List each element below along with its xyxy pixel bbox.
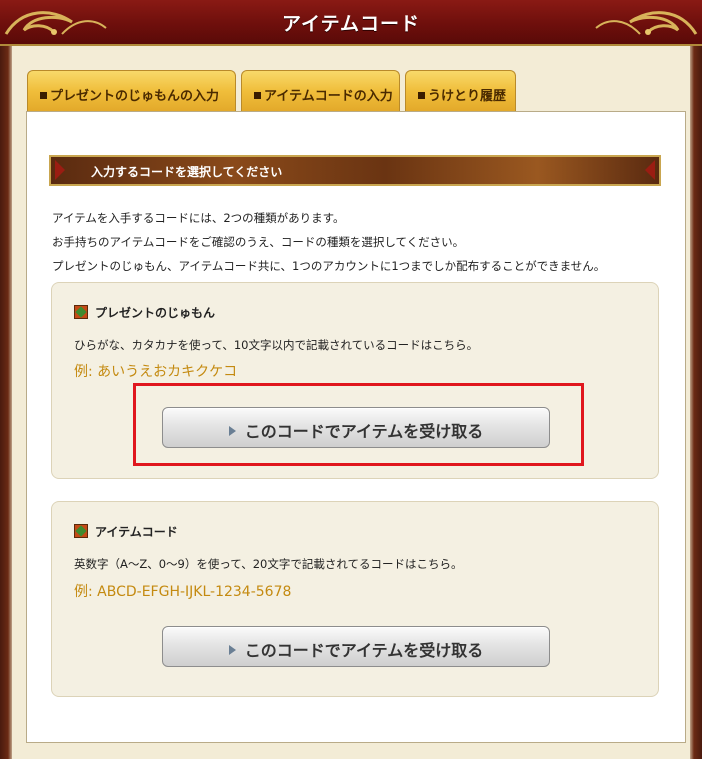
tab-history[interactable]: うけとり履歴 bbox=[405, 70, 516, 111]
tab-label: うけとり履歴 bbox=[428, 89, 507, 104]
item-code-box: アイテムコード 英数字（A〜Z、0〜9）を使って、20文字で記載されてるコードは… bbox=[51, 501, 659, 697]
play-triangle-icon bbox=[228, 645, 236, 655]
box-description: 英数字（A〜Z、0〜9）を使って、20文字で記載されてるコードはこちら。 bbox=[74, 557, 463, 571]
tab-square-icon bbox=[40, 92, 47, 99]
intro-line: アイテムを入手するコードには、2つの種類があります。 bbox=[52, 211, 345, 225]
arrow-right-icon bbox=[645, 160, 655, 180]
box-heading-label: プレゼントのじゅもん bbox=[95, 306, 216, 320]
tab-label: アイテムコードの入力 bbox=[264, 89, 393, 104]
box-description: ひらがな、カタカナを使って、10文字以内で記載されているコードはこちら。 bbox=[74, 338, 479, 352]
intro-line: プレゼントのじゅもん、アイテムコード共に、1つのアカウントに1つまでしか配布する… bbox=[52, 259, 606, 273]
section-header: 入力するコードを選択してください bbox=[49, 155, 661, 186]
box-heading-label: アイテムコード bbox=[95, 525, 178, 539]
tab-item-code[interactable]: アイテムコードの入力 bbox=[241, 70, 400, 111]
button-label: このコードでアイテムを受け取る bbox=[244, 641, 484, 660]
arrow-left-icon bbox=[55, 160, 65, 180]
intro-line: お手持ちのアイテムコードをご確認のうえ、コードの種類を選択してください。 bbox=[52, 235, 465, 249]
tab-label: プレゼントのじゅもんの入力 bbox=[50, 89, 220, 104]
gem-icon bbox=[74, 524, 88, 538]
gem-icon bbox=[74, 305, 88, 319]
receive-item-button-code[interactable]: このコードでアイテムを受け取る bbox=[162, 626, 550, 667]
title-bar: アイテムコード bbox=[0, 0, 702, 46]
tab-square-icon bbox=[254, 92, 261, 99]
highlight-box bbox=[133, 383, 584, 466]
section-title: 入力するコードを選択してください bbox=[91, 165, 283, 179]
tab-present-jumon[interactable]: プレゼントのじゅもんの入力 bbox=[27, 70, 236, 111]
box-heading: アイテムコード bbox=[74, 523, 178, 540]
box-example: 例: あいうえおカキクケコ bbox=[74, 364, 238, 380]
box-example: 例: ABCD-EFGH-IJKL-1234-5678 bbox=[74, 584, 292, 600]
box-heading: プレゼントのじゅもん bbox=[74, 304, 215, 321]
ornament-icon bbox=[595, 11, 698, 35]
tab-square-icon bbox=[418, 92, 425, 99]
